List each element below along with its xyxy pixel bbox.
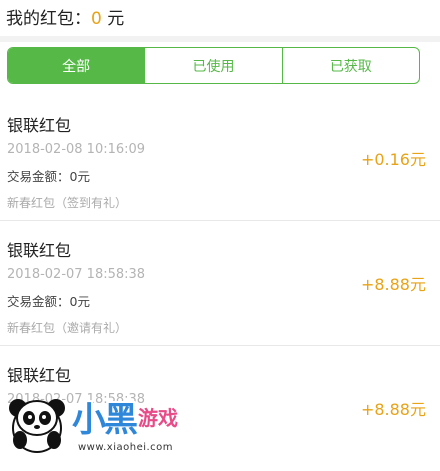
item-value: +0.16元 xyxy=(360,150,426,169)
item-value: +8.88元 xyxy=(360,400,426,419)
watermark: 小黑 游戏 www.xiaohei.com xyxy=(0,380,200,460)
red-packet-amount: 0 xyxy=(91,9,102,29)
list-item[interactable]: 银联红包 2018-02-08 10:16:09 交易金额：0元 新春红包（签到… xyxy=(0,96,440,221)
header-unit: 元 xyxy=(107,9,125,29)
watermark-url: www.xiaohei.com xyxy=(78,442,174,453)
item-title: 银联红包 xyxy=(7,241,72,260)
tab-used[interactable]: 已使用 xyxy=(145,48,283,83)
list-item[interactable]: 银联红包 2018-02-07 18:58:38 交易金额：0元 新春红包（邀请… xyxy=(0,221,440,346)
watermark-brand: 小黑 xyxy=(72,400,138,440)
tab-obtained[interactable]: 已获取 xyxy=(283,48,419,83)
item-title: 银联红包 xyxy=(7,116,72,135)
wallet-header: 我的红包：0 元 xyxy=(0,0,440,32)
header-divider xyxy=(0,36,440,42)
item-value: +8.88元 xyxy=(360,275,426,294)
panda-mascot-icon xyxy=(9,399,65,453)
item-description: 新春红包（签到有礼） xyxy=(7,196,128,210)
filter-tabs: 全部 已使用 已获取 xyxy=(7,47,420,84)
watermark-sub: 游戏 xyxy=(138,406,178,430)
item-description: 新春红包（邀请有礼） xyxy=(7,321,128,335)
tab-all[interactable]: 全部 xyxy=(8,48,146,83)
header-label: 我的红包： xyxy=(6,9,91,29)
